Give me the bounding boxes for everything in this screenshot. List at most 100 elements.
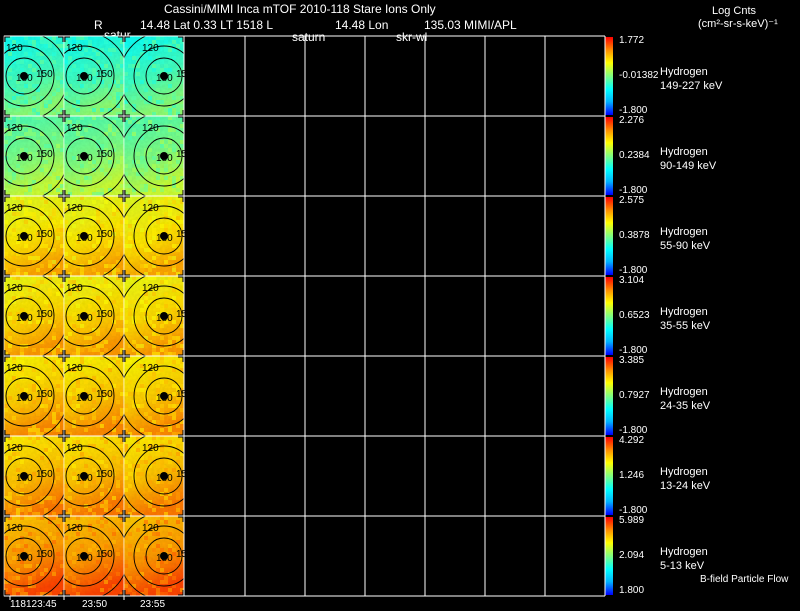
colorbar-4 xyxy=(605,357,613,435)
colorbar-mid-label: 0.3878 xyxy=(619,230,650,241)
contour-label: 150 xyxy=(176,149,193,160)
contour-label: 120 xyxy=(6,363,23,374)
energy-label: 35-55 keV xyxy=(660,320,711,332)
contour-label: 120 xyxy=(66,443,83,454)
contour-label: 150 xyxy=(96,389,113,400)
colorbar-6 xyxy=(605,517,613,595)
colorbar-mid-label: 0.7927 xyxy=(619,390,650,401)
contour-label: 120 xyxy=(66,523,83,534)
legend-note: B-field Particle Flow xyxy=(700,574,789,585)
contour-label: 150 xyxy=(36,469,53,480)
contour-label: 120 xyxy=(142,123,159,134)
colorbar-max-label: 1.772 xyxy=(619,35,645,46)
contour-label: 120 xyxy=(66,123,83,134)
contour-label: 150 xyxy=(176,309,193,320)
colorbar-max-label: 3.104 xyxy=(619,275,645,286)
contour-label: 180 xyxy=(76,313,93,324)
species-label: Hydrogen xyxy=(660,386,708,398)
contour-label: 180 xyxy=(16,473,33,484)
contour-label: 150 xyxy=(176,229,193,240)
colorbar-mid-label: 0.6523 xyxy=(619,310,650,321)
time-label-2: 23:55 xyxy=(140,599,166,610)
time-label-1: 23:50 xyxy=(82,599,108,610)
contour-label: 120 xyxy=(142,363,159,374)
contour-label: 150 xyxy=(96,469,113,480)
colorbar-3 xyxy=(605,277,613,355)
contour-label: 150 xyxy=(96,309,113,320)
energy-label: 5-13 keV xyxy=(660,560,705,572)
time-label-0: 118123:45 xyxy=(10,599,57,610)
contour-label: 120 xyxy=(6,283,23,294)
colorbar-max-label: 2.276 xyxy=(619,115,645,126)
energy-label: 24-35 keV xyxy=(660,400,711,412)
energy-label: 13-24 keV xyxy=(660,480,711,492)
energy-label: 55-90 keV xyxy=(660,240,711,252)
contour-label: 150 xyxy=(96,549,113,560)
colorbar-mid-label: 0.2384 xyxy=(619,150,650,161)
contour-label: 180 xyxy=(156,393,173,404)
contour-label: 150 xyxy=(96,149,113,160)
colorbar-0 xyxy=(605,37,613,115)
species-label: Hydrogen xyxy=(660,546,708,558)
colorbar-min-label: 1.800 xyxy=(619,585,645,596)
contour-label: 180 xyxy=(156,473,173,484)
species-label: Hydrogen xyxy=(660,226,708,238)
contour-label: 180 xyxy=(16,553,33,564)
contour-label: 120 xyxy=(6,43,23,54)
contour-label: 120 xyxy=(142,203,159,214)
contour-label: 180 xyxy=(16,73,33,84)
contour-label: 180 xyxy=(76,233,93,244)
species-label: Hydrogen xyxy=(660,146,708,158)
contour-label: 150 xyxy=(36,69,53,80)
contour-label: 150 xyxy=(36,149,53,160)
contour-label: 180 xyxy=(16,233,33,244)
contour-label: 150 xyxy=(96,229,113,240)
colorbar-1 xyxy=(605,117,613,195)
contour-label: 120 xyxy=(142,283,159,294)
contour-label: 180 xyxy=(156,73,173,84)
contour-label: 120 xyxy=(142,43,159,54)
contour-label: 180 xyxy=(156,313,173,324)
energy-label: 149-227 keV xyxy=(660,80,723,92)
contour-label: 180 xyxy=(76,153,93,164)
colorbar-mid-label: 1.246 xyxy=(619,470,645,481)
contour-label: 120 xyxy=(142,523,159,534)
contour-label: 120 xyxy=(6,523,23,534)
contour-label: 150 xyxy=(36,389,53,400)
colorbar-max-label: 3.385 xyxy=(619,355,645,366)
colorbar-max-label: 5.989 xyxy=(619,515,645,526)
contour-label: 120 xyxy=(66,203,83,214)
energy-label: 90-149 keV xyxy=(660,160,717,172)
contour-label: 120 xyxy=(6,123,23,134)
contour-label: 150 xyxy=(36,229,53,240)
contour-label: 180 xyxy=(156,153,173,164)
contour-label: 150 xyxy=(96,69,113,80)
colorbar-mid-label: 2.094 xyxy=(619,550,645,561)
contour-label: 180 xyxy=(76,393,93,404)
species-label: Hydrogen xyxy=(660,66,708,78)
colorbar-max-label: 2.575 xyxy=(619,195,645,206)
contour-label: 150 xyxy=(176,549,193,560)
contour-label: 150 xyxy=(176,69,193,80)
colorbar-mid-label: -0.01382 xyxy=(619,70,659,81)
contour-label: 150 xyxy=(176,469,193,480)
contour-label: 180 xyxy=(16,313,33,324)
contour-label: 120 xyxy=(6,203,23,214)
contour-label: 180 xyxy=(16,153,33,164)
colorbar-max-label: 4.292 xyxy=(619,435,645,446)
contour-label: 180 xyxy=(156,553,173,564)
contour-label: 150 xyxy=(36,549,53,560)
species-label: Hydrogen xyxy=(660,466,708,478)
contour-label: 120 xyxy=(66,283,83,294)
contour-label: 180 xyxy=(16,393,33,404)
colorbar-5 xyxy=(605,437,613,515)
contour-label: 180 xyxy=(76,473,93,484)
contour-label: 180 xyxy=(156,233,173,244)
colorbar-2 xyxy=(605,197,613,275)
species-label: Hydrogen xyxy=(660,306,708,318)
contour-label: 120 xyxy=(6,443,23,454)
contour-label: 120 xyxy=(66,43,83,54)
contour-label: 120 xyxy=(142,443,159,454)
contour-label: 150 xyxy=(36,309,53,320)
contour-label: 120 xyxy=(66,363,83,374)
